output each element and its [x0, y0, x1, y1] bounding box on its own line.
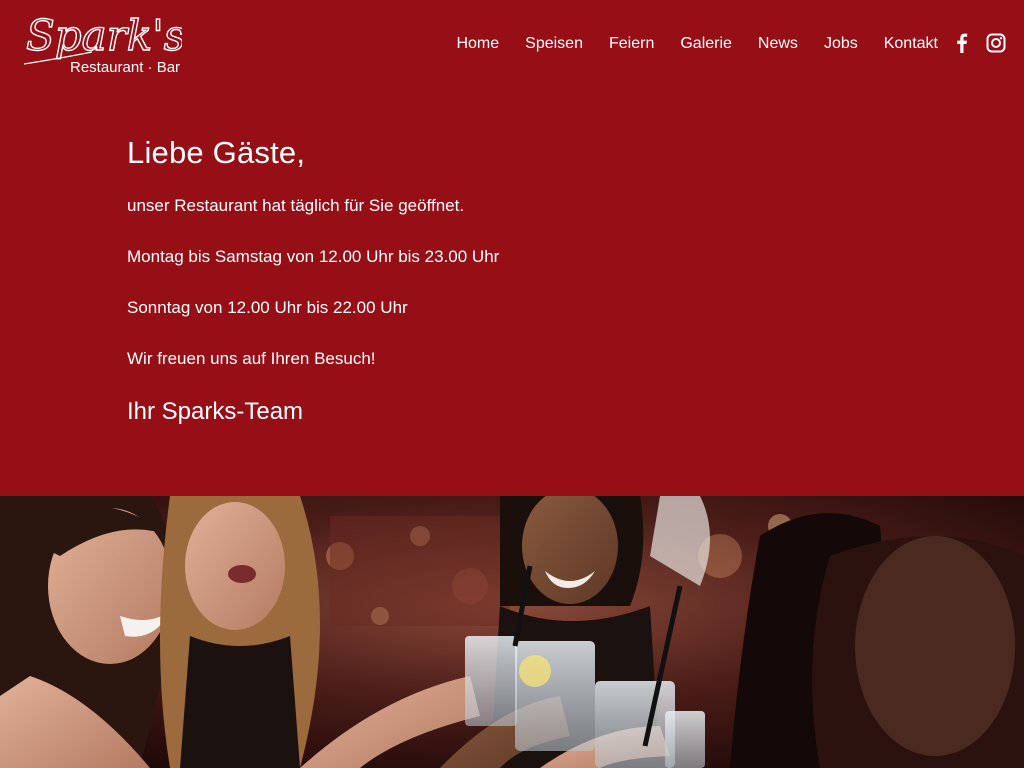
party-photo-illustration: [0, 496, 1024, 768]
nav-kontakt[interactable]: Kontakt: [884, 34, 938, 54]
facebook-icon[interactable]: [952, 32, 972, 54]
notice-heading: Liebe Gäste,: [127, 135, 306, 170]
nav-news[interactable]: News: [758, 34, 798, 54]
logo-main-text: Spark's: [26, 11, 182, 60]
instagram-icon[interactable]: [986, 32, 1006, 54]
logo-sub-text: Restaurant · Bar: [70, 59, 180, 76]
nav-home[interactable]: Home: [456, 34, 499, 54]
nav-speisen[interactable]: Speisen: [525, 34, 583, 54]
nav-galerie[interactable]: Galerie: [680, 34, 732, 54]
notice-line-weekday-hours: Montag bis Samstag von 12.00 Uhr bis 23.…: [127, 247, 500, 266]
notice-line-sunday-hours: Sonntag von 12.00 Uhr bis 22.00 Uhr: [127, 298, 408, 317]
social-links: [952, 32, 1006, 54]
nav-jobs[interactable]: Jobs: [824, 34, 858, 54]
sparks-logo: Spark's Restaurant · Bar: [23, 10, 182, 76]
logo-link[interactable]: Spark's Restaurant · Bar: [22, 8, 182, 80]
hero-photo: [0, 496, 1024, 768]
notice-line-open-daily: unser Restaurant hat täglich für Sie geö…: [127, 196, 465, 215]
site-header: Spark's Restaurant · Bar Home Speisen Fe…: [0, 0, 1024, 90]
main-nav: Home Speisen Feiern Galerie News Jobs Ko…: [430, 34, 938, 54]
nav-feiern[interactable]: Feiern: [609, 34, 654, 54]
notice-signature: Ihr Sparks-Team: [127, 398, 304, 425]
notice-line-welcome: Wir freuen uns auf Ihren Besuch!: [127, 349, 376, 368]
opening-hours-notice: Liebe Gäste, unser Restaurant hat täglic…: [127, 130, 887, 428]
